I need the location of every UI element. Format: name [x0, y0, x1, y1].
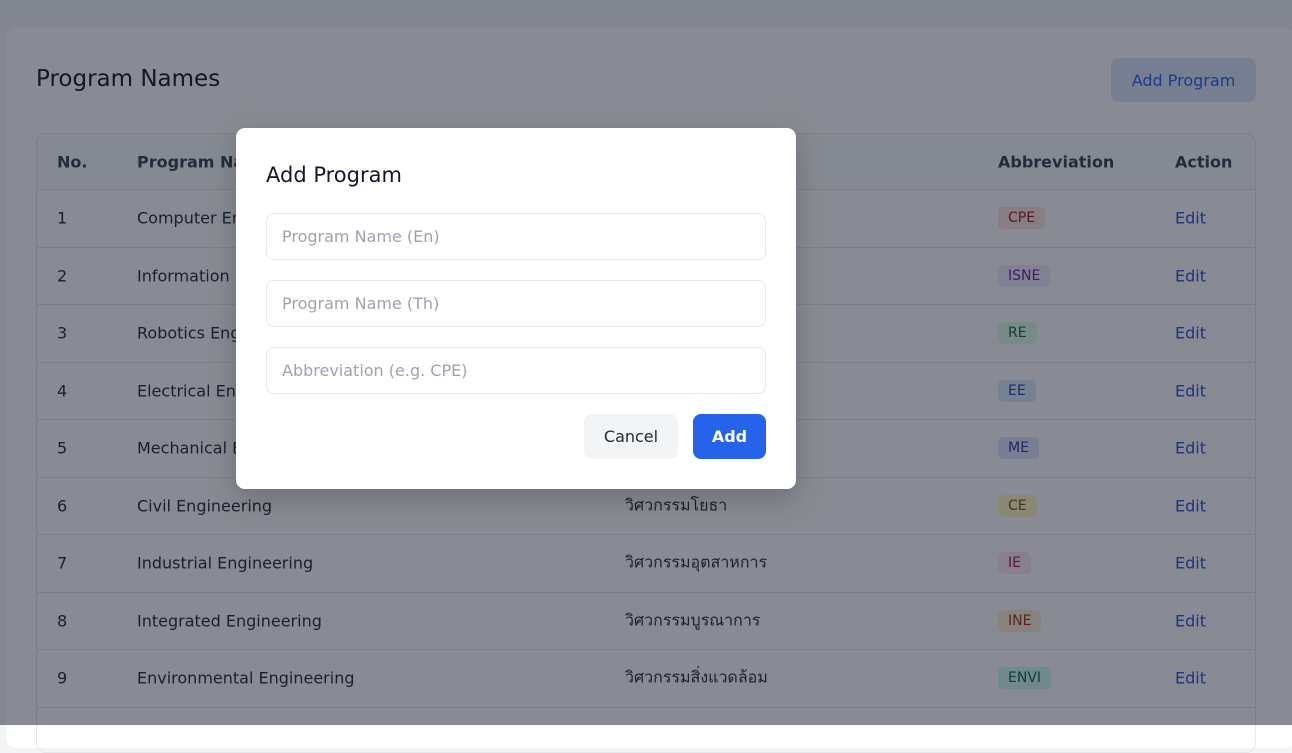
program-name-th-input[interactable]: [266, 280, 766, 327]
modal-title: Add Program: [266, 163, 402, 187]
abbreviation-input[interactable]: [266, 347, 766, 394]
add-program-modal: Add Program Cancel Add: [236, 128, 796, 489]
cancel-button[interactable]: Cancel: [584, 414, 678, 459]
add-button[interactable]: Add: [693, 414, 766, 459]
program-name-en-input[interactable]: [266, 213, 766, 260]
